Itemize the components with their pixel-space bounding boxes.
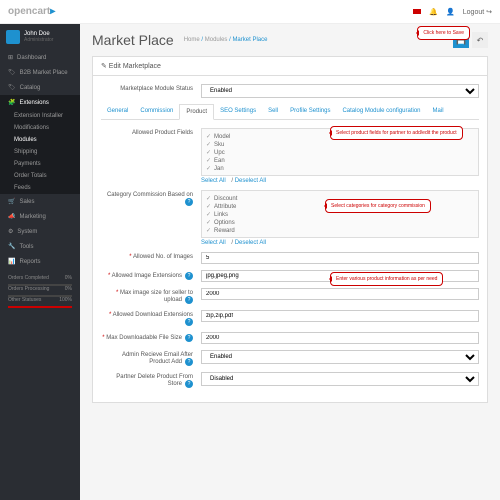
- nav-dashboard[interactable]: ⊞ Dashboard: [0, 50, 80, 65]
- nav-payments[interactable]: Payments: [0, 158, 80, 170]
- nav-order-totals[interactable]: Order Totals: [0, 170, 80, 182]
- nav-feeds[interactable]: Feeds: [0, 182, 80, 194]
- user-block: John DoeAdministrator: [0, 24, 80, 50]
- tab-sell[interactable]: Sell: [262, 104, 284, 119]
- tab-catalog[interactable]: Catalog Module configuration: [336, 104, 426, 119]
- category-commission-box[interactable]: Discount Attribute Links Options Reward: [201, 190, 479, 238]
- nav-modules[interactable]: Modules: [0, 134, 80, 146]
- nav-marketing[interactable]: 📣 Marketing: [0, 209, 80, 224]
- sidebar: John DoeAdministrator ⊞ Dashboard 🏷 B2B …: [0, 24, 80, 500]
- num-images-input[interactable]: [201, 252, 479, 264]
- info-icon[interactable]: ?: [185, 272, 193, 280]
- callout-categories: Select categories for category commissio…: [325, 199, 431, 213]
- info-icon[interactable]: ?: [185, 198, 193, 206]
- logout-link[interactable]: Logout ↪: [463, 8, 492, 16]
- tab-product[interactable]: Product: [179, 104, 214, 120]
- deselect-all-link[interactable]: Deselect All: [235, 178, 266, 184]
- nav-tools[interactable]: 🔧 Tools: [0, 239, 80, 254]
- admin-email-select[interactable]: Enabled: [201, 350, 479, 364]
- cancel-button[interactable]: ↶: [472, 32, 488, 48]
- bell-icon[interactable]: 🔔: [429, 8, 438, 16]
- info-icon[interactable]: ?: [185, 380, 193, 388]
- info-icon[interactable]: ?: [185, 296, 193, 304]
- select-all-link[interactable]: Select All: [201, 178, 226, 184]
- max-img-input[interactable]: [201, 288, 479, 300]
- tabs: General Commission Product SEO Settings …: [101, 104, 479, 120]
- nav-marketplace[interactable]: 🏷 B2B Market Place: [0, 65, 80, 80]
- nav-modifications[interactable]: Modifications: [0, 122, 80, 134]
- page-title: Market Place: [92, 32, 174, 48]
- sidebar-stats: Orders Completed0% Orders Processing0% O…: [0, 269, 80, 314]
- panel-title: ✎ Edit Marketplace: [93, 57, 487, 76]
- flag-icon[interactable]: [413, 9, 421, 14]
- tab-seo[interactable]: SEO Settings: [214, 104, 262, 119]
- callout-save: Click here to Save: [417, 26, 470, 40]
- nav-system[interactable]: ⚙ System: [0, 224, 80, 239]
- info-icon[interactable]: ?: [185, 318, 193, 326]
- nav-ext-installer[interactable]: Extension Installer: [0, 110, 80, 122]
- nav-catalog[interactable]: 🏷 Catalog: [0, 80, 80, 95]
- tab-commission[interactable]: Commission: [134, 104, 179, 119]
- partner-delete-select[interactable]: Disabled: [201, 372, 479, 386]
- info-icon[interactable]: ?: [185, 358, 193, 366]
- user-menu[interactable]: 👤: [446, 8, 455, 16]
- breadcrumb: Home / Modules / Market Place: [184, 37, 268, 43]
- avatar: [6, 30, 20, 44]
- nav-extensions[interactable]: 🧩 Extensions: [0, 95, 80, 110]
- nav-reports[interactable]: 📊 Reports: [0, 254, 80, 269]
- info-icon[interactable]: ?: [185, 334, 193, 342]
- nav-shipping[interactable]: Shipping: [0, 146, 80, 158]
- tab-mail[interactable]: Mail: [427, 104, 450, 119]
- nav-sales[interactable]: 🛒 Sales: [0, 194, 80, 209]
- callout-fields: Select product fields for partner to add…: [330, 126, 463, 140]
- callout-info: Enter various product information as per…: [330, 272, 443, 286]
- logo: opencart▸: [8, 6, 55, 17]
- status-select[interactable]: Enabled: [201, 84, 479, 98]
- max-dl-input[interactable]: [201, 332, 479, 344]
- dl-ext-input[interactable]: [201, 310, 479, 322]
- tab-profile[interactable]: Profile Settings: [284, 104, 336, 119]
- tab-general[interactable]: General: [101, 104, 134, 119]
